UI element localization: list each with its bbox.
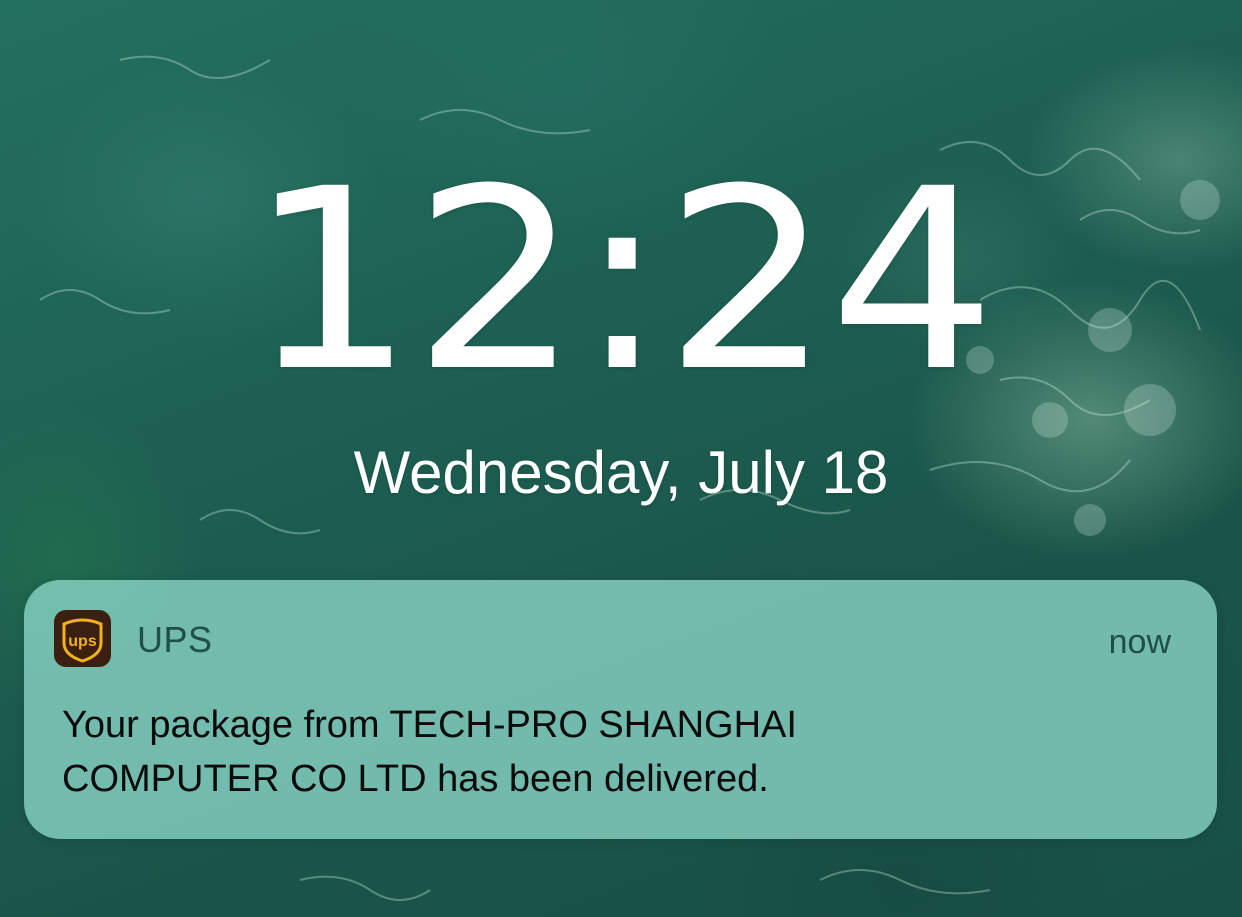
- notification-app-name: UPS: [137, 619, 213, 660]
- notification-message: Your package from TECH-PRO SHANGHAI COMP…: [62, 698, 1142, 806]
- notification-header: ups UPS now: [54, 610, 1187, 667]
- lock-screen-date: Wednesday, July 18: [353, 439, 889, 506]
- notification-message-line1: Your package from TECH-PRO SHANGHAI: [62, 704, 797, 746]
- notification-timestamp: now: [1108, 623, 1171, 661]
- notification-message-line2: COMPUTER CO LTD has been delivered.: [62, 758, 769, 800]
- ups-logo-text: ups: [68, 633, 97, 650]
- ups-notification-card[interactable]: ups UPS now Your package from TECH-PRO S…: [24, 580, 1217, 839]
- ups-logo-icon: ups: [54, 610, 111, 667]
- lock-screen-clock: 12:24: [248, 135, 996, 426]
